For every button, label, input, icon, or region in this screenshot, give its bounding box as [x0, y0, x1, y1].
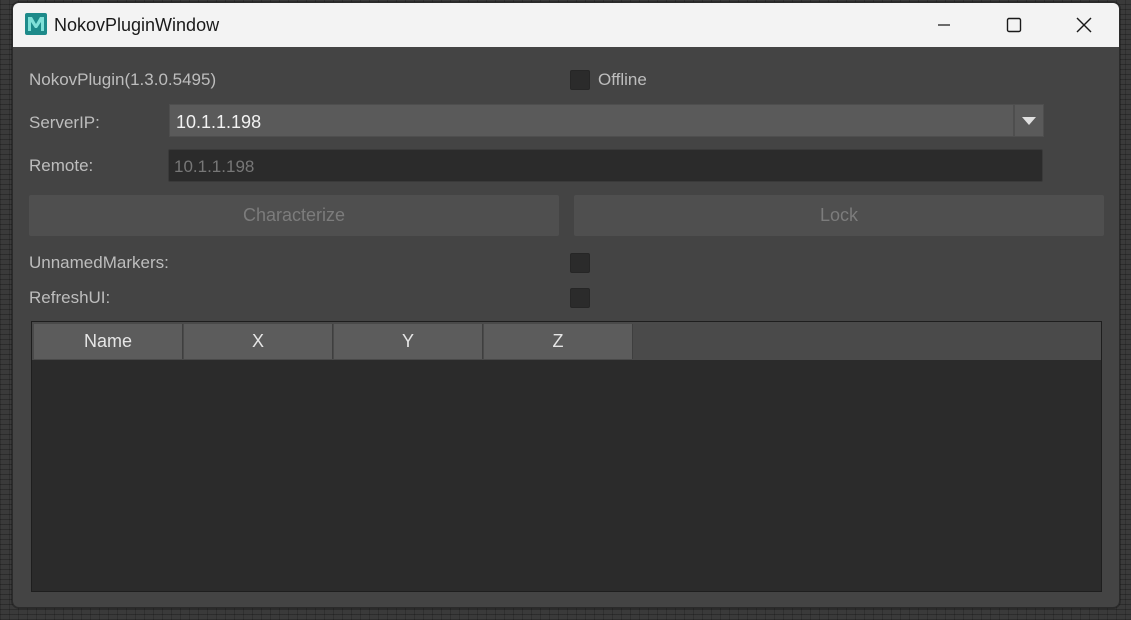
remote-input[interactable]: 10.1.1.198: [168, 149, 1043, 182]
server-ip-dropdown-button[interactable]: [1014, 104, 1044, 137]
close-icon: [1076, 17, 1092, 33]
server-ip-label: ServerIP:: [29, 113, 100, 132]
close-button[interactable]: [1049, 3, 1119, 47]
minimize-button[interactable]: [909, 3, 979, 47]
chevron-down-icon: [1022, 116, 1036, 125]
window-title: NokovPluginWindow: [54, 15, 220, 35]
column-header-z[interactable]: Z: [484, 324, 633, 359]
server-ip-combobox[interactable]: 10.1.1.198: [169, 104, 1014, 137]
column-header-name[interactable]: Name: [34, 324, 183, 359]
minimize-icon: [938, 24, 950, 26]
maya-app-icon: [25, 13, 47, 35]
offline-label: Offline: [598, 70, 647, 89]
markers-table[interactable]: Name X Y Z: [31, 321, 1102, 592]
remote-placeholder: 10.1.1.198: [174, 157, 255, 176]
refresh-ui-checkbox[interactable]: [570, 288, 590, 308]
lock-button[interactable]: Lock: [574, 195, 1104, 236]
unnamed-markers-checkbox[interactable]: [570, 253, 590, 273]
maximize-icon: [1006, 17, 1022, 33]
column-header-y[interactable]: Y: [334, 324, 483, 359]
title-bar[interactable]: NokovPluginWindow: [13, 3, 1119, 47]
column-header-x[interactable]: X: [184, 324, 333, 359]
unnamed-markers-label: UnnamedMarkers:: [29, 253, 169, 272]
remote-label: Remote:: [29, 156, 94, 175]
characterize-button[interactable]: Characterize: [29, 195, 559, 236]
offline-checkbox[interactable]: [570, 70, 590, 90]
server-ip-value: 10.1.1.198: [176, 112, 262, 132]
maximize-button[interactable]: [979, 3, 1049, 47]
plugin-window: NokovPluginWindow NokovPlugin(1.3.0.5495…: [12, 2, 1120, 608]
refresh-ui-label: RefreshUI:: [29, 288, 111, 307]
plugin-version-label: NokovPlugin(1.3.0.5495): [29, 70, 217, 89]
